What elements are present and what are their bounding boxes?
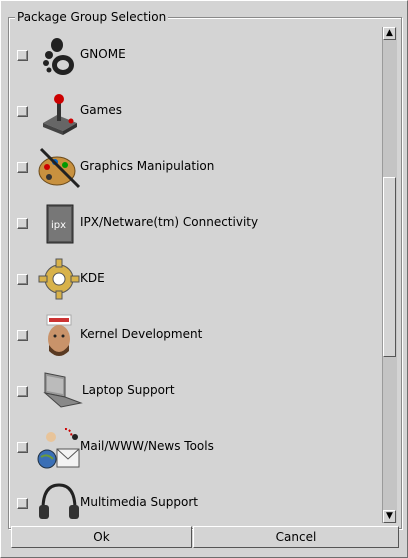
- package-label: Multimedia Support: [80, 495, 198, 509]
- list-item[interactable]: Kernel Development: [13, 307, 381, 363]
- frame-title: Package Group Selection: [15, 9, 169, 25]
- ok-button[interactable]: Ok: [11, 526, 192, 548]
- mail-web-icon: [37, 428, 80, 469]
- scroll-down-button[interactable]: ▼: [383, 510, 396, 523]
- checkbox[interactable]: [17, 442, 28, 453]
- list-item[interactable]: Multimedia Support: [13, 475, 381, 523]
- checkbox[interactable]: [17, 50, 28, 61]
- joystick-icon: [43, 94, 77, 135]
- list-item[interactable]: Mail/WWW/News Tools: [13, 419, 381, 475]
- checkbox[interactable]: [17, 218, 28, 229]
- scroll-thumb[interactable]: [383, 177, 396, 357]
- paint-palette-icon: [38, 147, 81, 189]
- package-label: Laptop Support: [82, 383, 175, 397]
- package-label: Graphics Manipulation: [80, 159, 215, 173]
- package-list: GNOME Games Graphics Manipulation ipx IP…: [13, 27, 381, 523]
- package-label: KDE: [80, 271, 105, 285]
- kernel-developer-icon: [46, 314, 72, 356]
- package-label: GNOME: [80, 47, 126, 61]
- svg-text:ipx: ipx: [51, 220, 66, 231]
- list-item[interactable]: KDE: [13, 251, 381, 307]
- checkbox[interactable]: [17, 498, 28, 509]
- vertical-scrollbar[interactable]: ▲ ▼: [382, 27, 397, 523]
- laptop-icon: [43, 372, 83, 408]
- gnome-foot-icon: [43, 38, 74, 75]
- cancel-button[interactable]: Cancel: [193, 526, 399, 548]
- button-bar: Ok Cancel: [11, 526, 399, 548]
- list-item[interactable]: Graphics Manipulation: [13, 139, 381, 195]
- package-group-window: Package Group Selection GNOME Games Grap…: [0, 0, 408, 558]
- package-label: IPX/Netware(tm) Connectivity: [80, 215, 259, 229]
- checkbox[interactable]: [17, 386, 28, 397]
- kde-gear-icon: [38, 258, 80, 300]
- checkbox[interactable]: [17, 106, 28, 117]
- scroll-up-button[interactable]: ▲: [383, 27, 396, 40]
- package-label: Mail/WWW/News Tools: [80, 439, 214, 453]
- checkbox[interactable]: [17, 274, 28, 285]
- list-item[interactable]: ipx IPX/Netware(tm) Connectivity: [13, 195, 381, 251]
- checkbox[interactable]: [17, 330, 28, 341]
- ipx-server-icon: ipx: [46, 204, 74, 244]
- headphones-icon: [39, 483, 79, 519]
- list-item[interactable]: Laptop Support: [13, 363, 381, 419]
- list-item[interactable]: Games: [13, 83, 381, 139]
- package-label: Games: [80, 103, 122, 117]
- checkbox[interactable]: [17, 162, 28, 173]
- package-label: Kernel Development: [80, 327, 203, 341]
- list-item[interactable]: GNOME: [13, 27, 381, 83]
